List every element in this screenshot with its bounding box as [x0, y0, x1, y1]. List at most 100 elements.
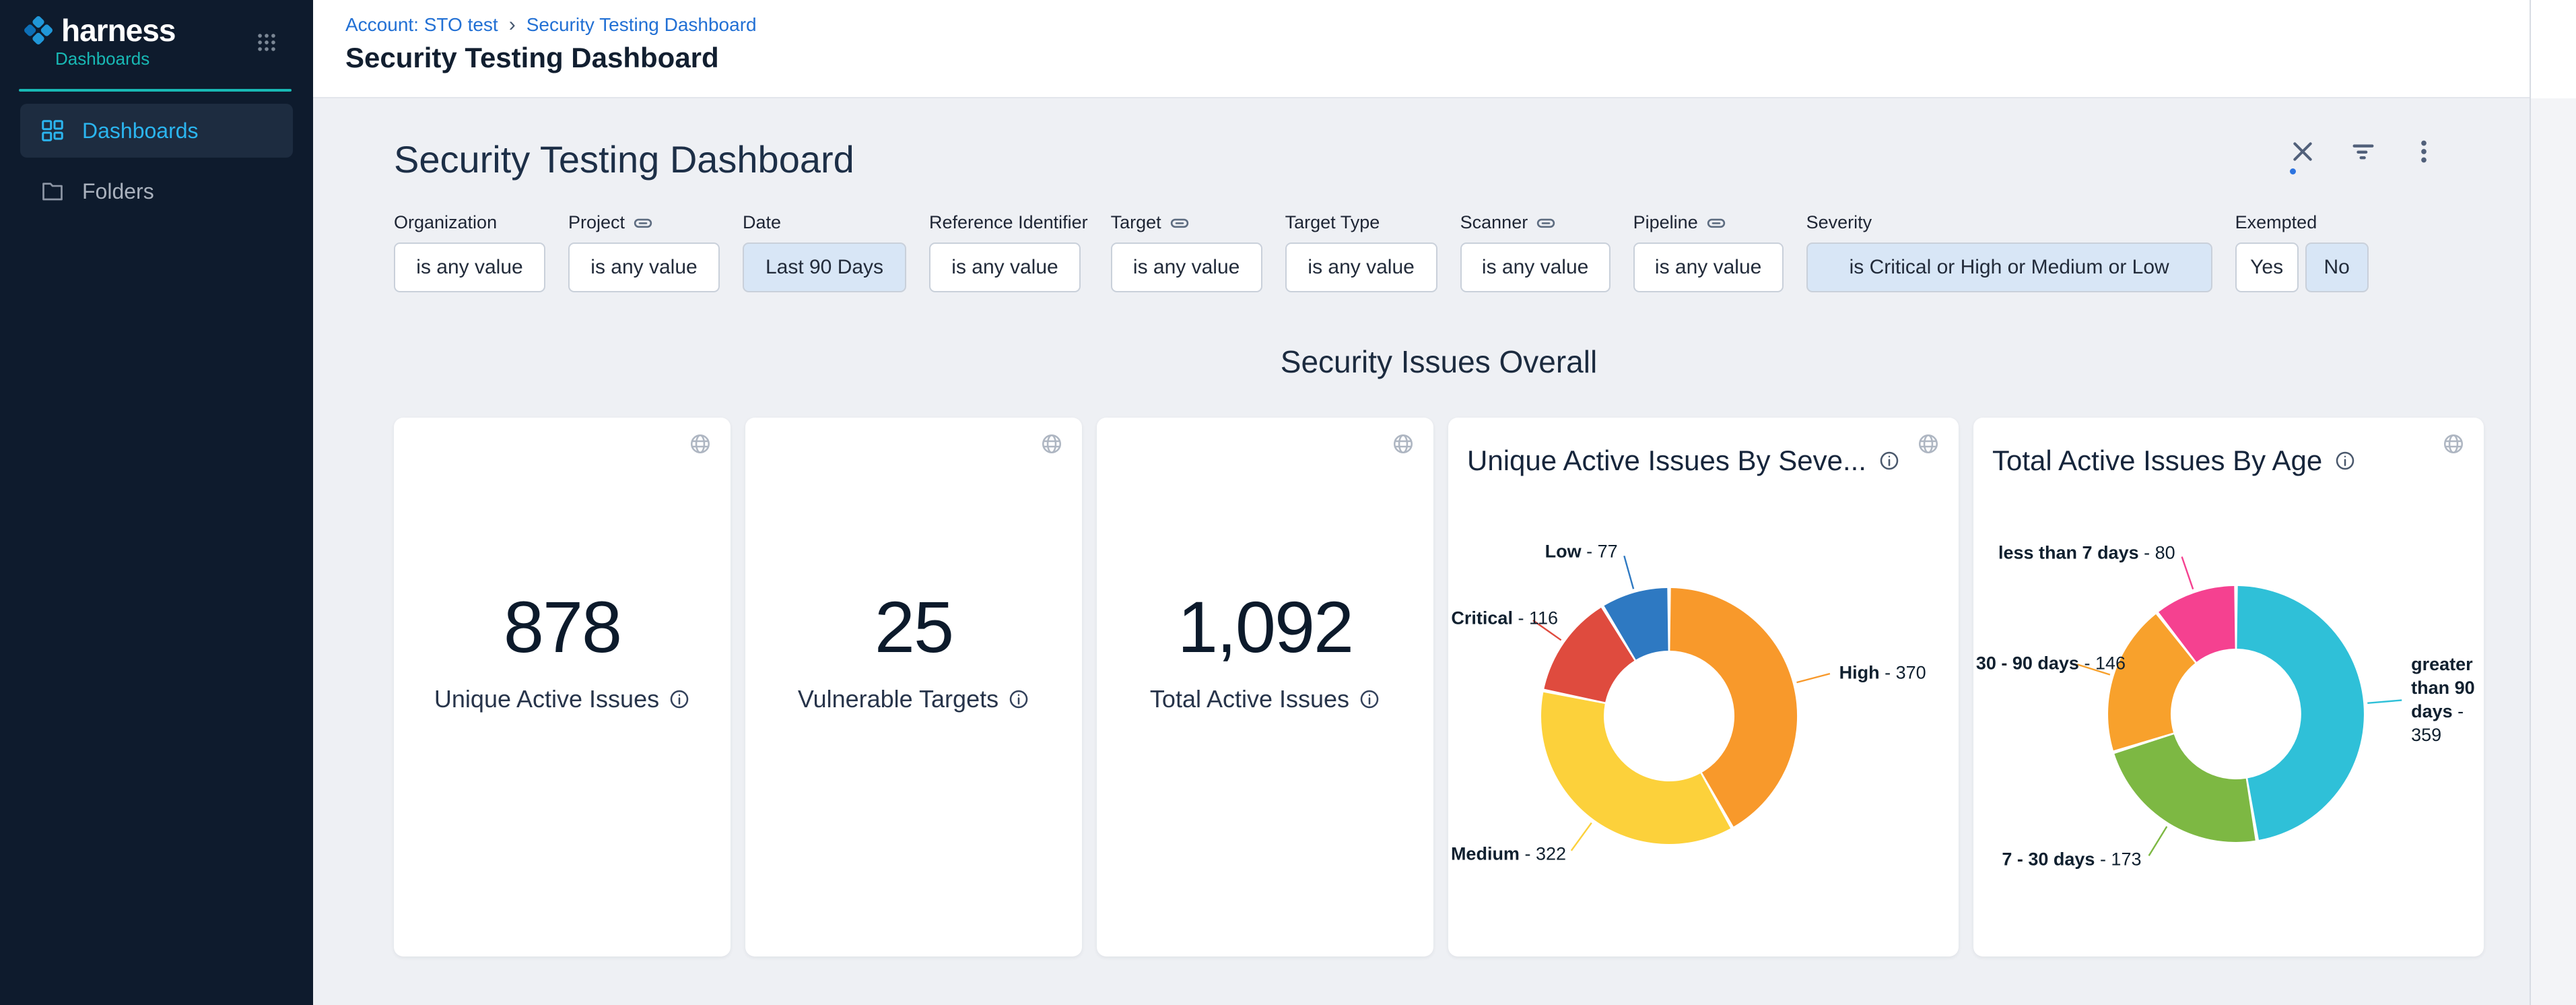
filter-target: Target is any value	[1111, 212, 1262, 292]
filter-label: Severity	[1806, 212, 1872, 233]
link-icon	[633, 213, 653, 233]
breadcrumb-separator: ›	[509, 13, 516, 36]
donut-label-medium: Medium - 322	[1451, 843, 1566, 864]
kebab-menu-icon[interactable]	[2410, 137, 2438, 166]
filter-value[interactable]: is Critical or High or Medium or Low	[1806, 242, 2212, 292]
filter-label: Project	[568, 212, 625, 233]
donut-label-greater-than-90-days: greater than 90 days - 359	[2411, 653, 2484, 747]
donut-label-value: - 370	[1880, 662, 1926, 682]
sidebar-item-label: Dashboards	[82, 119, 199, 143]
scrollbar-track-top	[2531, 0, 2576, 98]
filter-label: Organization	[394, 212, 497, 233]
stat-card-unique-active-issues: 878 Unique Active Issues	[394, 418, 731, 957]
sidebar: harness Dashboards Dashboards Folders	[0, 0, 313, 1005]
filter-value[interactable]: is any value	[1111, 242, 1262, 292]
filter-bar: Organization is any value Project is any va…	[394, 212, 2530, 292]
donut-label-value: - 146	[2079, 653, 2126, 673]
filter-icon[interactable]	[2349, 137, 2377, 166]
label-leader-line	[1571, 823, 1592, 851]
dashboard-title: Security Testing Dashboard	[394, 137, 2530, 181]
info-icon[interactable]	[1359, 688, 1380, 710]
filter-severity: Severity is Critical or High or Medium or…	[1806, 212, 2212, 292]
tile-grid: 878 Unique Active Issues 25Vulnerable Targ…	[394, 418, 2530, 957]
module-label: Dashboards	[55, 48, 149, 69]
donut-label-value: - 173	[2095, 849, 2141, 869]
breadcrumb-link[interactable]: Security Testing Dashboard	[527, 14, 757, 36]
donut-slice-greater-than-90-days[interactable]	[2237, 586, 2364, 840]
donut-chart: High - 370Medium - 322Critical - 116Low …	[1448, 418, 1959, 957]
harness-logo[interactable]: harness	[22, 12, 175, 48]
stat-label: Unique Active Issues	[434, 685, 659, 713]
top-header: Account: STO test › Security Testing Dashb…	[313, 0, 2576, 98]
app-grid-icon[interactable]	[255, 31, 278, 57]
stat-label: Total Active Issues	[1150, 685, 1349, 713]
cursor-dot	[2290, 168, 2296, 174]
filter-value[interactable]: is any value	[568, 242, 720, 292]
globe-icon[interactable]	[1392, 432, 1415, 459]
filter-label: Exempted	[2235, 212, 2317, 233]
sidebar-item-dashboards[interactable]: Dashboards	[20, 104, 293, 158]
donut-label-critical: Critical - 116	[1451, 608, 1558, 628]
section-title: Security Issues Overall	[394, 344, 2484, 380]
stat-value: 1,092	[1178, 587, 1353, 668]
filter-value[interactable]: is any value	[1460, 242, 1611, 292]
filter-scanner: Scanner is any value	[1460, 212, 1611, 292]
stat-card-total-active-issues: 1,092 Total Active Issues	[1097, 418, 1433, 957]
filter-pipeline: Pipeline is any value	[1633, 212, 1784, 292]
label-leader-line	[2149, 826, 2167, 855]
donut-label-7-30-days: 7 - 30 days - 173	[2002, 849, 2141, 870]
logo-wordmark: harness	[61, 12, 175, 48]
info-icon[interactable]	[669, 688, 690, 710]
donut-label-less-than-7-days: less than 7 days - 80	[1998, 542, 2175, 563]
label-leader-line	[2182, 557, 2194, 589]
link-icon	[1536, 213, 1556, 233]
filter-value[interactable]: is any value	[1633, 242, 1784, 292]
info-icon[interactable]	[1008, 688, 1029, 710]
chart-card-0: Unique Active Issues By Seve...High - 37…	[1448, 418, 1959, 957]
donut-label-value: - 80	[2139, 542, 2175, 562]
dashboards-icon	[40, 119, 65, 143]
filter-value[interactable]: is any value	[929, 242, 1081, 292]
breadcrumb: Account: STO test › Security Testing Dashb…	[345, 13, 757, 36]
donut-label-value: - 322	[1520, 843, 1566, 864]
close-icon[interactable]	[2289, 137, 2317, 166]
link-icon	[1170, 213, 1190, 233]
filter-label: Date	[743, 212, 781, 233]
dashboard-toolbar	[2289, 137, 2438, 166]
donut-slice-7-30-days[interactable]	[2114, 734, 2255, 842]
filter-value[interactable]: is any value	[1285, 242, 1437, 292]
filter-value[interactable]: Last 90 Days	[743, 242, 906, 292]
filter-option-yes[interactable]: Yes	[2235, 242, 2299, 292]
donut-label-30-90-days: 30 - 90 days - 146	[1976, 653, 2126, 674]
label-leader-line	[1797, 674, 1830, 682]
donut-label-low: Low - 77	[1545, 542, 1618, 562]
filter-reference-identifier: Reference Identifier is any value	[929, 212, 1088, 292]
dashboard-content: Security Testing Dashboard Organization i…	[313, 98, 2530, 1005]
donut-slice-medium[interactable]	[1541, 692, 1730, 844]
filter-value[interactable]: is any value	[394, 242, 545, 292]
sidebar-divider	[19, 89, 292, 92]
filter-exempted: Exempted YesNo	[2235, 212, 2369, 292]
filter-label: Pipeline	[1633, 212, 1698, 233]
stat-card-vulnerable-targets: 25Vulnerable Targets	[745, 418, 1082, 957]
stat-label: Vulnerable Targets	[798, 685, 998, 713]
filter-label: Scanner	[1460, 212, 1528, 233]
filter-label: Reference Identifier	[929, 212, 1088, 233]
filter-option-no[interactable]: No	[2305, 242, 2369, 292]
sidebar-item-label: Folders	[82, 179, 154, 204]
donut-label-value: - 116	[1513, 608, 1558, 628]
page-root: harness Dashboards Dashboards Folders Acc…	[0, 0, 2576, 1005]
scrollbar-track[interactable]	[2530, 0, 2576, 1005]
filter-label: Target	[1111, 212, 1161, 233]
filter-project: Project is any value	[568, 212, 720, 292]
globe-icon[interactable]	[1040, 432, 1063, 459]
label-leader-line	[2367, 701, 2402, 703]
page-title: Security Testing Dashboard	[345, 42, 719, 74]
breadcrumb-link[interactable]: Account: STO test	[345, 14, 498, 36]
donut-label-value: - 77	[1582, 542, 1618, 562]
sidebar-nav: Dashboards Folders	[0, 101, 313, 225]
globe-icon[interactable]	[689, 432, 712, 459]
folder-icon	[40, 179, 65, 203]
sidebar-item-folders[interactable]: Folders	[20, 164, 293, 218]
stat-value: 878	[504, 587, 621, 668]
